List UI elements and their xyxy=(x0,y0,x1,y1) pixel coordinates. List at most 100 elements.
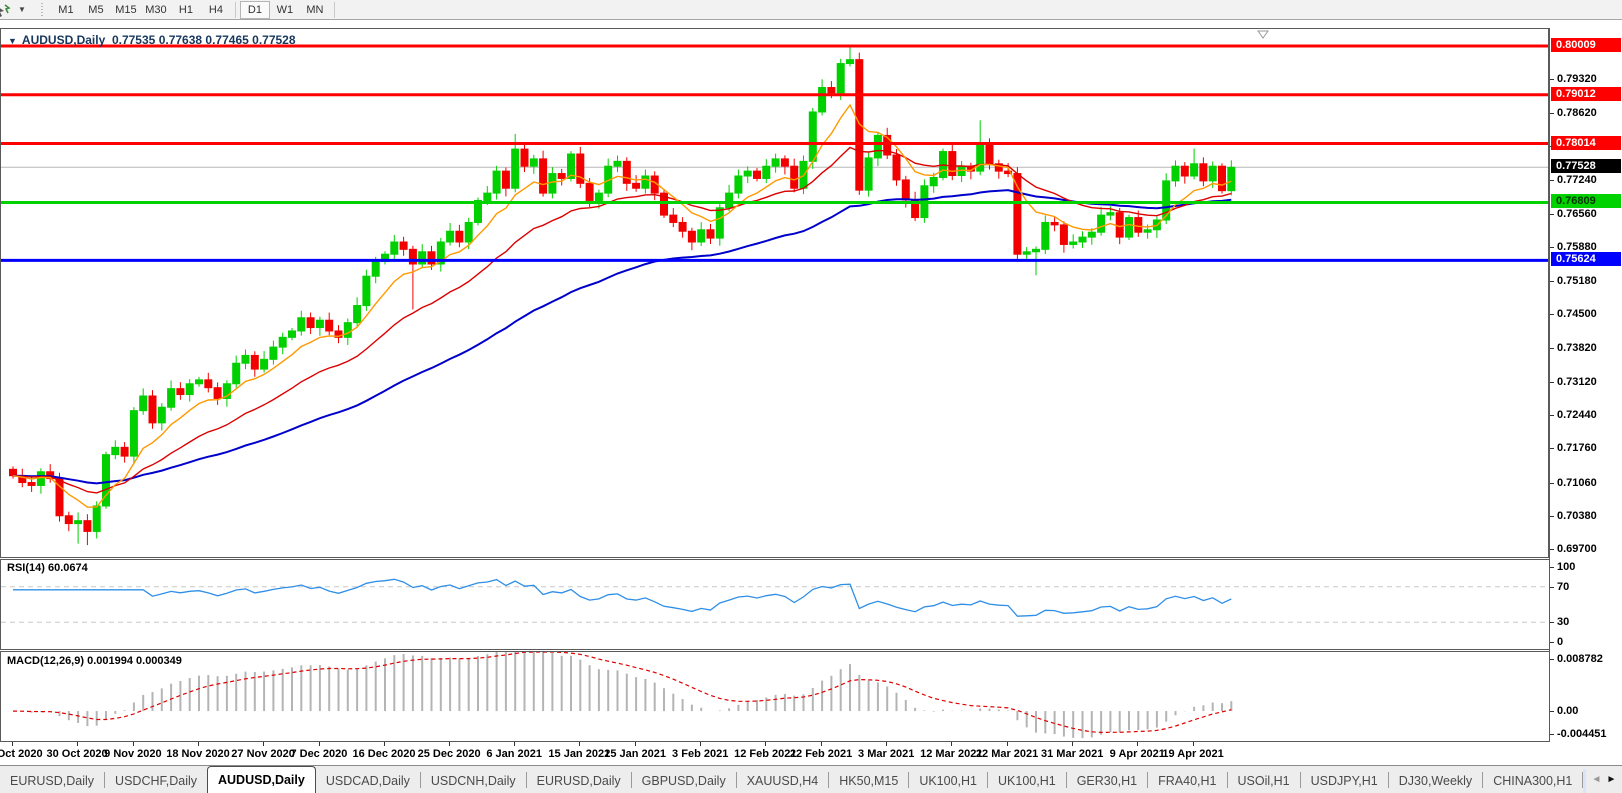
tab-eurusd-daily[interactable]: EURUSD,Daily xyxy=(0,769,104,793)
timeframe-button-d1[interactable]: D1 xyxy=(239,0,270,19)
date-tick-label: 7 Dec 2020 xyxy=(290,748,348,760)
time-axis[interactable]: 21 Oct 202030 Oct 20209 Nov 2020 18 Nov 2… xyxy=(0,742,1549,765)
chart-shift-marker[interactable] xyxy=(1257,30,1269,39)
tab-eurusd-daily[interactable]: EURUSD,Daily xyxy=(527,769,631,793)
timeframe-button-m15[interactable]: M15 xyxy=(111,1,141,19)
tab-usdjpy-h1[interactable]: USDJPY,H1 xyxy=(1301,769,1388,793)
rsi-line xyxy=(13,578,1232,617)
price-tick-label: 0.73120 xyxy=(1557,375,1597,388)
dropdown-caret-icon[interactable]: ▼ xyxy=(18,5,26,14)
tab-gbpusd-daily[interactable]: GBPUSD,Daily xyxy=(632,769,736,793)
timeframe-button-m1[interactable]: M1 xyxy=(51,1,81,19)
price-tick-label: 0.69700 xyxy=(1557,542,1597,555)
date-tick-label: 16 Dec 2020 xyxy=(352,748,416,760)
timeframe-button-m5[interactable]: M5 xyxy=(81,1,111,19)
tab-usoil-h1[interactable]: USOil,H1 xyxy=(1228,769,1300,793)
timeframe-button-h1[interactable]: H1 xyxy=(171,1,201,19)
ma-mid-line xyxy=(12,146,1232,494)
tab-fra40-h1[interactable]: FRA40,H1 xyxy=(1148,769,1226,793)
date-tick-label: 12 Mar 2021 xyxy=(920,748,983,760)
tab-usdchf-daily[interactable]: USDCHF,Daily xyxy=(105,769,207,793)
tab-china300-h1[interactable]: CHINA300,H1 xyxy=(1483,769,1582,793)
tab-uk100-h1[interactable]: UK100,H1 xyxy=(988,769,1066,793)
date-tick-label: 31 Mar 2021 xyxy=(1040,748,1104,760)
timeframe-button-h4[interactable]: H4 xyxy=(201,1,231,19)
price-tick-label: 0.75880 xyxy=(1557,240,1597,253)
date-tick-label: 22 Feb 2021 xyxy=(789,748,853,760)
date-tick-label: 25 Dec 2020 xyxy=(417,748,481,760)
price-tick-label: 0.76560 xyxy=(1557,207,1597,220)
date-tick-label: 15 Jan 2021 xyxy=(548,748,611,760)
price-badge-0.78014: 0.78014 xyxy=(1551,135,1621,150)
date-tick-label: 21 Oct 2020 xyxy=(0,748,43,760)
current-price-badge: 0.77528 xyxy=(1551,159,1621,174)
toolbar-grip xyxy=(39,2,45,17)
price-tick-label: 0.79320 xyxy=(1557,72,1597,85)
cursor-tool-icon[interactable] xyxy=(0,2,14,18)
tab-uk100-h1[interactable]: UK100,H1 xyxy=(909,769,987,793)
rsi-tick-label: 100 xyxy=(1557,561,1576,573)
rsi-pane[interactable] xyxy=(0,560,1549,649)
price-tick-label: 0.71060 xyxy=(1557,476,1597,489)
date-tick-label: 27 Nov 2020 xyxy=(231,748,295,760)
date-tick-label: 22 Mar 2021 xyxy=(975,748,1039,760)
tab-scroll-right-button[interactable]: ► xyxy=(1604,774,1619,785)
price-badge-0.76809: 0.76809 xyxy=(1551,194,1621,209)
price-tick-label: 0.71760 xyxy=(1557,442,1597,455)
macd-indicator-label: MACD(12,26,9) 0.001994 0.000349 xyxy=(7,655,182,667)
timeframe-button-mn[interactable]: MN xyxy=(300,1,330,19)
ohlc-close: 0.77528 xyxy=(252,33,296,47)
date-tick-label: 3 Mar 2021 xyxy=(858,748,915,760)
price-axis[interactable]: 0.793200.786200.779400.772400.765600.758… xyxy=(1549,28,1622,742)
ohlc-high: 0.77638 xyxy=(158,33,203,47)
date-tick-label: 12 Feb 2021 xyxy=(734,748,797,760)
price-badge-0.75624: 0.75624 xyxy=(1551,252,1621,267)
macd-tick-label: 0.008782 xyxy=(1557,653,1603,665)
tab-scroll-left-button[interactable]: ◄ xyxy=(1589,774,1604,785)
price-badge-0.80009: 0.80009 xyxy=(1551,38,1621,52)
date-tick-label: 18 Nov 2020 xyxy=(166,748,230,760)
symbol-name: AUDUSD,Daily xyxy=(21,33,106,47)
date-tick-label: 3 Feb 2021 xyxy=(672,748,729,760)
rsi-tick-label: 0 xyxy=(1557,636,1564,648)
date-tick-label: 30 Oct 2020 xyxy=(46,748,108,760)
price-tick-label: 0.78620 xyxy=(1557,106,1597,119)
rsi-tick-label: 30 xyxy=(1557,616,1570,629)
chart-dropdown-icon[interactable]: ▼ xyxy=(8,36,17,46)
tab-usdcnh-daily[interactable]: USDCNH,Daily xyxy=(421,769,526,793)
tab-xauusd-h4[interactable]: XAUUSD,H4 xyxy=(737,769,829,793)
price-tick-label: 0.73820 xyxy=(1557,341,1597,354)
price-tick-label: 0.77240 xyxy=(1557,174,1597,187)
date-tick-label: 9 Apr 2021 xyxy=(1109,748,1165,760)
tab-hk50-m15[interactable]: HK50,M15 xyxy=(829,769,908,793)
ohlc-open: 0.77535 xyxy=(111,33,156,47)
rsi-indicator-label: RSI(14) 60.0674 xyxy=(7,562,88,574)
macd-tick-label: 0.00 xyxy=(1557,705,1579,718)
rsi-tick-label: 70 xyxy=(1557,580,1570,593)
chart-title: ▼ AUDUSD,Daily 0.77535 0.77638 0.77465 0.… xyxy=(8,33,296,47)
date-tick-label: 25 Jan 2021 xyxy=(604,748,666,760)
price-badge-0.79012: 0.79012 xyxy=(1551,86,1621,101)
timeframe-button-m30[interactable]: M30 xyxy=(141,1,171,19)
date-tick-label: 9 Nov 2020 xyxy=(104,748,162,760)
price-tick-label: 0.70380 xyxy=(1557,509,1597,522)
ma-fast-line xyxy=(12,103,1232,508)
ohlc-low: 0.77465 xyxy=(205,33,249,47)
date-tick-label: 6 Jan 2021 xyxy=(486,748,543,760)
tab-dj30-weekly[interactable]: DJ30,Weekly xyxy=(1389,769,1482,793)
main-chart-pane[interactable] xyxy=(0,28,1549,557)
timeframe-toolbar: ▼ M1 M5 M15 M30 H1 H4 D1 W1 MN xyxy=(0,0,1622,20)
price-tick-label: 0.75180 xyxy=(1557,275,1597,288)
candlestick-series xyxy=(9,45,1236,546)
chart-tab-bar: EURUSD,Daily USDCHF,Daily AUDUSD,Daily USDC… xyxy=(0,765,1622,793)
price-tick-label: 0.72440 xyxy=(1557,409,1597,422)
macd-pane[interactable] xyxy=(0,652,1549,742)
date-tick-label: 19 Apr 2021 xyxy=(1162,748,1224,760)
macd-tick-label: -0.004451 xyxy=(1557,728,1607,740)
timeframe-button-w1[interactable]: W1 xyxy=(270,1,300,19)
macd-signal-line xyxy=(12,652,1232,734)
tab-usdcad-daily[interactable]: USDCAD,Daily xyxy=(316,769,420,793)
price-tick-label: 0.74500 xyxy=(1557,308,1597,321)
tab-audusd-daily[interactable]: AUDUSD,Daily xyxy=(207,766,316,793)
tab-ger30-h1[interactable]: GER30,H1 xyxy=(1067,769,1147,793)
